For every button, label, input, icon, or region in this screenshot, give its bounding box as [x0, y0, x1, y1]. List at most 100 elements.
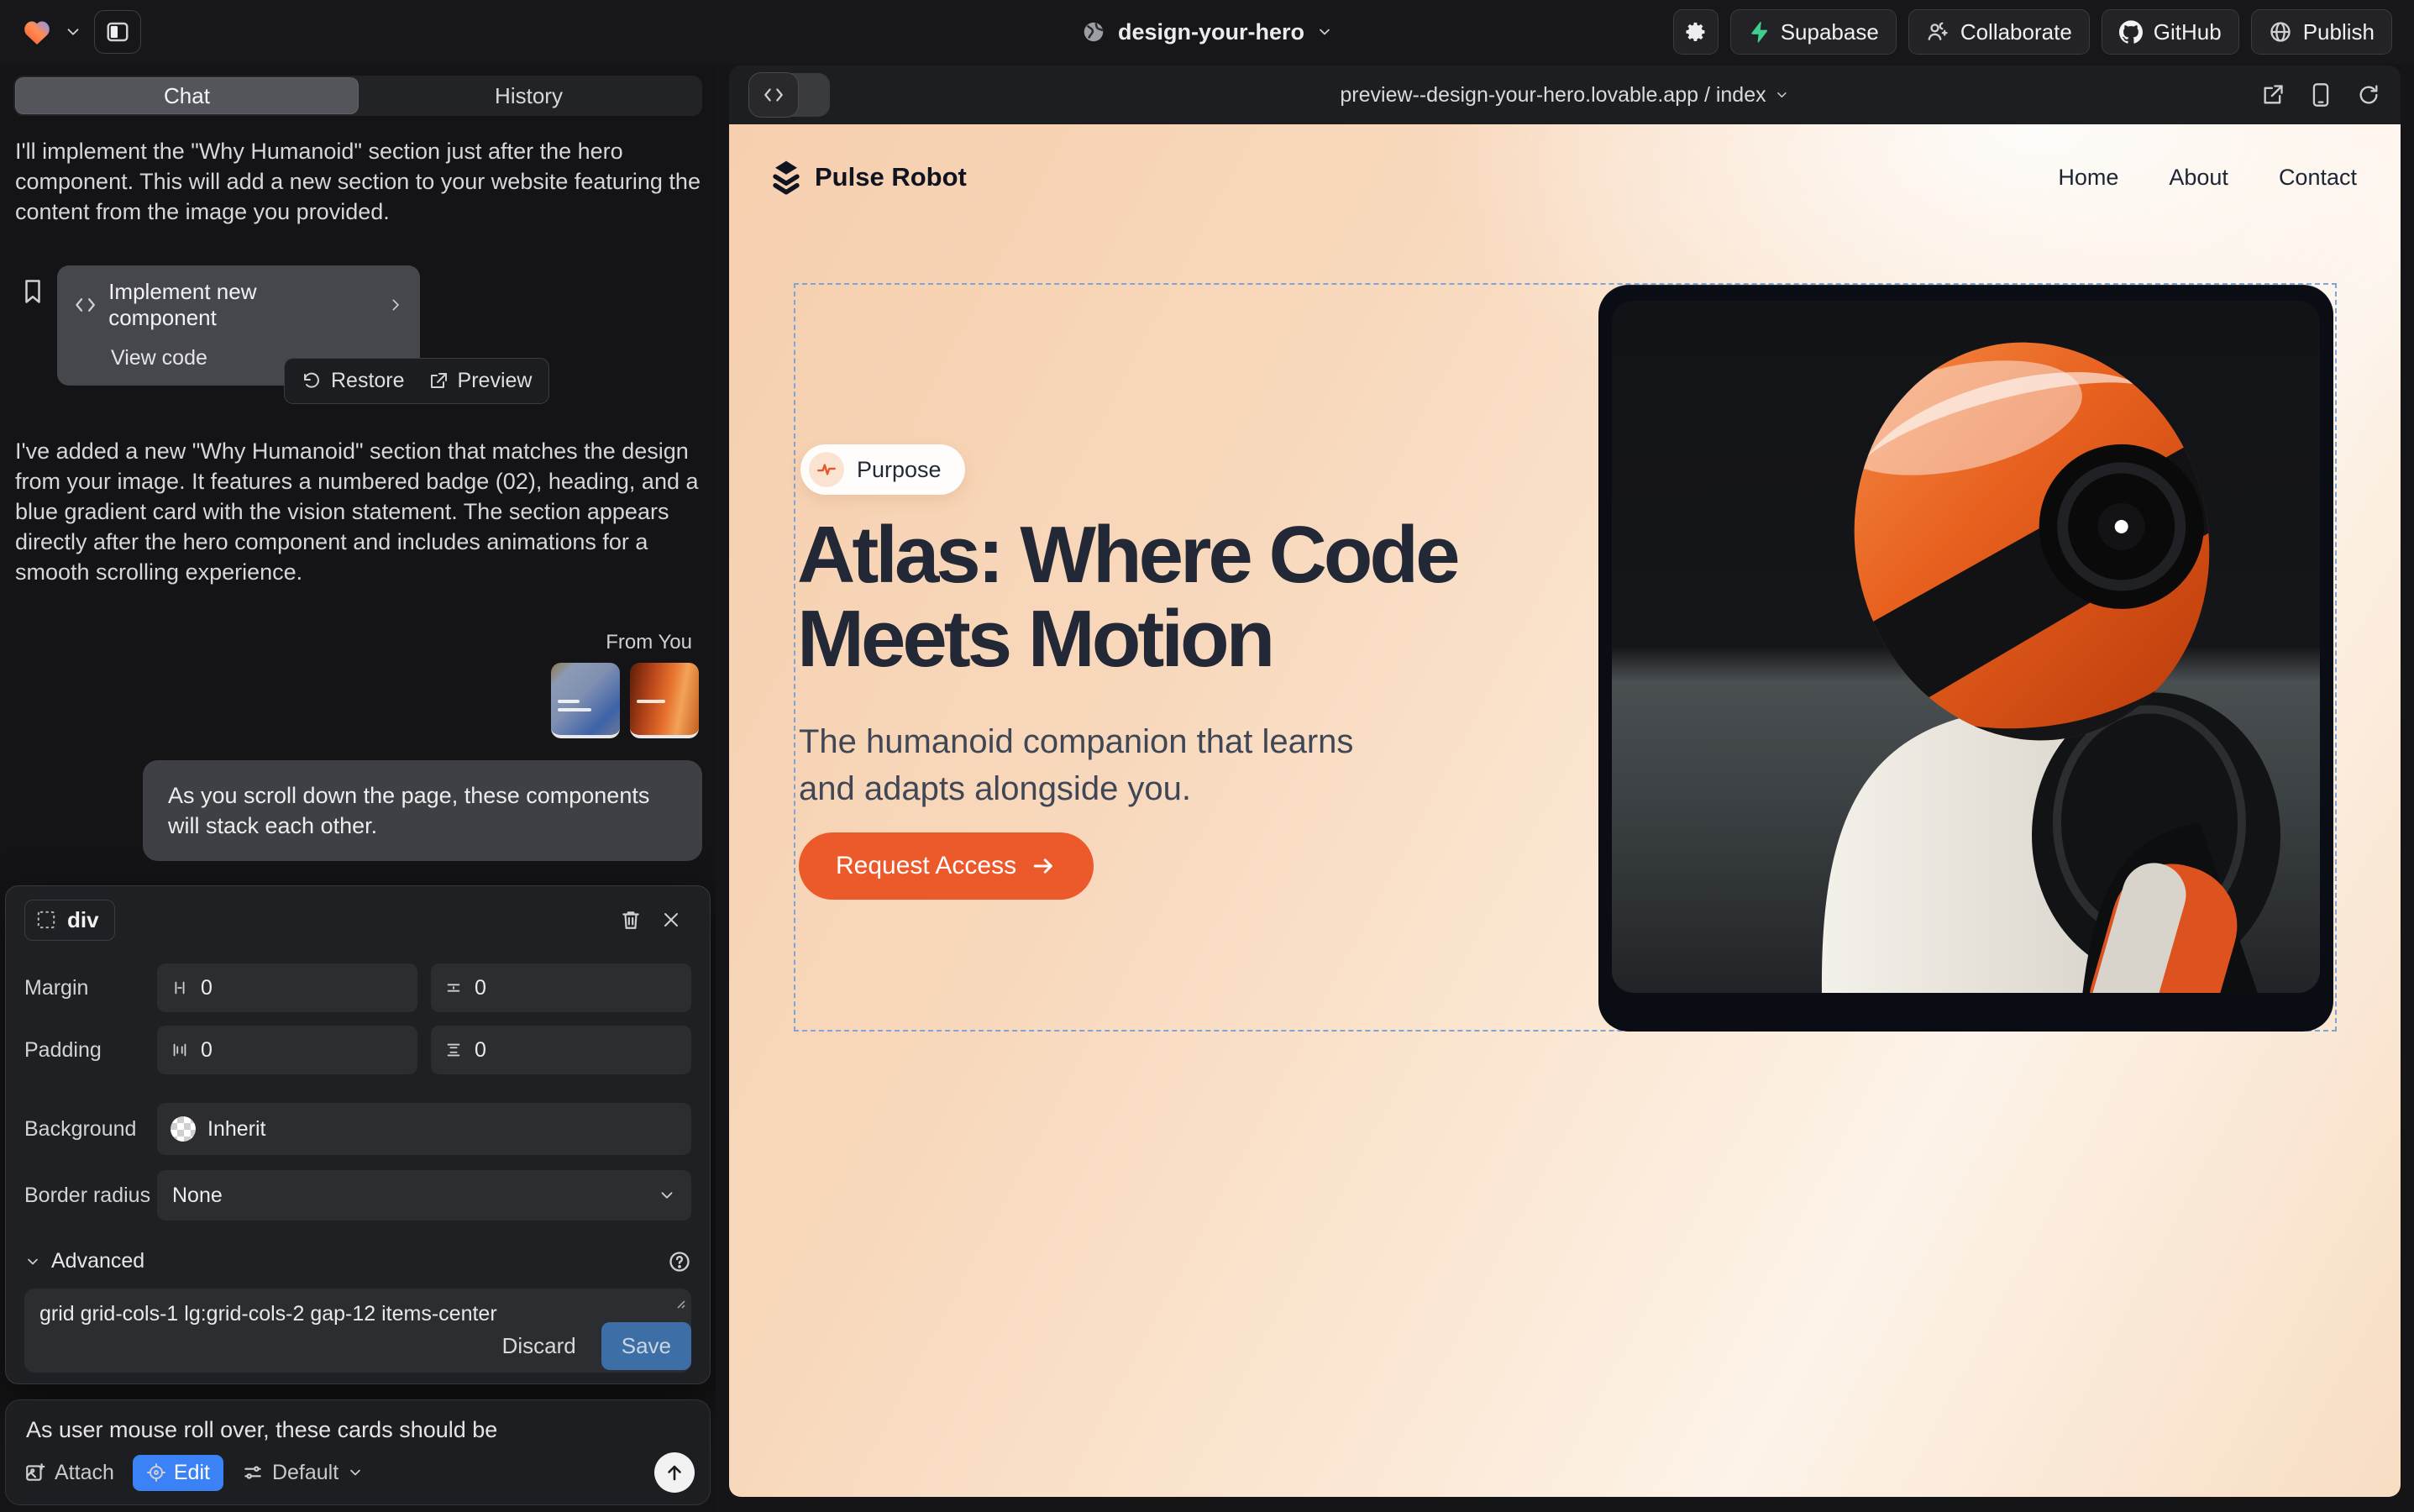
external-link-icon [428, 371, 449, 391]
edit-mode-button[interactable]: Edit [133, 1455, 223, 1491]
code-icon [763, 86, 785, 104]
padding-vertical-icon [444, 1041, 463, 1059]
dashed-box-icon [35, 909, 57, 931]
open-in-new-tab-button[interactable] [2261, 83, 2285, 107]
selected-element-tag: div [67, 907, 99, 933]
purpose-badge: Purpose [800, 444, 965, 495]
discard-button[interactable]: Discard [502, 1333, 576, 1359]
chevron-down-icon [1775, 87, 1790, 102]
preview-pane: preview--design-your-hero.lovable.app / … [729, 66, 2401, 1497]
github-button[interactable]: GitHub [2102, 9, 2239, 55]
margin-vertical-icon [444, 979, 463, 997]
arrow-up-icon [664, 1462, 685, 1483]
nav-link-contact[interactable]: Contact [2279, 165, 2357, 191]
chevron-down-icon [1316, 24, 1333, 40]
layers-logo-icon [769, 160, 803, 195]
nav-link-about[interactable]: About [2169, 165, 2228, 191]
site-brand-name: Pulse Robot [815, 162, 967, 192]
project-switcher[interactable]: design-your-hero [1081, 0, 1333, 64]
lovable-heart-logo[interactable] [22, 18, 52, 46]
margin-y-input[interactable]: 0 [431, 963, 691, 1012]
purpose-badge-label: Purpose [857, 457, 942, 483]
github-label: GitHub [2154, 19, 2222, 45]
gear-icon [1684, 20, 1708, 44]
supabase-label: Supabase [1781, 19, 1879, 45]
site-navbar: Pulse Robot Home About Contact [769, 160, 2357, 195]
restore-button[interactable]: Restore [302, 369, 405, 393]
attach-button[interactable]: Attach [24, 1461, 114, 1485]
project-name: design-your-hero [1118, 19, 1304, 45]
chevron-right-icon [387, 297, 403, 313]
margin-x-input[interactable]: 0 [157, 963, 417, 1012]
app-topbar: design-your-hero Supabase Collaborate Gi… [0, 0, 2414, 64]
bookmark-icon[interactable] [22, 279, 44, 304]
advanced-label[interactable]: Advanced [51, 1249, 144, 1273]
supabase-icon [1748, 21, 1770, 43]
border-radius-label: Border radius [24, 1184, 157, 1208]
request-access-button[interactable]: Request Access [799, 832, 1094, 900]
globe-icon [1081, 19, 1106, 45]
chevron-down-icon [658, 1186, 676, 1205]
padding-x-input[interactable]: 0 [157, 1026, 417, 1074]
save-button[interactable]: Save [601, 1322, 691, 1370]
model-mode-select[interactable]: Default [242, 1461, 364, 1485]
composer-input[interactable]: As user mouse roll over, these cards sho… [26, 1417, 691, 1443]
tab-chat[interactable]: Chat [16, 78, 358, 113]
supabase-button[interactable]: Supabase [1730, 9, 1897, 55]
send-button[interactable] [654, 1452, 695, 1493]
margin-horizontal-icon [171, 979, 189, 997]
collaborate-icon [1926, 20, 1950, 44]
border-radius-select[interactable]: None [157, 1170, 691, 1221]
chevron-down-icon[interactable] [64, 23, 82, 41]
preview-url[interactable]: preview--design-your-hero.lovable.app / … [1340, 83, 1789, 108]
restore-icon [302, 371, 322, 391]
assistant-message-2: I've added a new "Why Humanoid" section … [15, 436, 701, 587]
resize-handle-icon [673, 1296, 686, 1310]
padding-label: Padding [24, 1038, 157, 1063]
close-inspector-button[interactable] [651, 900, 691, 940]
selected-hero-section[interactable]: Purpose Atlas: Where Code Meets Motion T… [794, 283, 2337, 1032]
attachment-thumbnail-blue[interactable] [551, 663, 620, 738]
robot-image [1612, 301, 2320, 993]
site-brand[interactable]: Pulse Robot [769, 160, 967, 195]
hero-heading: Atlas: Where Code Meets Motion [797, 513, 1456, 681]
element-inspector-panel: div Margin 0 0 [5, 885, 711, 1384]
delete-element-button[interactable] [611, 900, 651, 940]
background-label: Background [24, 1117, 157, 1142]
settings-button[interactable] [1673, 9, 1719, 55]
user-message-bubble: As you scroll down the page, these compo… [143, 760, 702, 861]
arrow-right-icon [1031, 856, 1057, 876]
hero-robot-card [1598, 285, 2333, 1032]
implement-component-card[interactable]: Implement new component View code Restor… [57, 265, 420, 386]
chevron-down-icon [24, 1253, 41, 1270]
chat-composer[interactable]: As user mouse roll over, these cards sho… [5, 1399, 711, 1505]
chat-panel: Chat History I'll implement the "Why Hum… [0, 64, 716, 1512]
preview-toolbar: preview--design-your-hero.lovable.app / … [729, 66, 2401, 124]
sidebar-toggle-button[interactable] [94, 10, 141, 54]
refresh-button[interactable] [2357, 83, 2380, 107]
publish-label: Publish [2303, 19, 2375, 45]
transparency-swatch [171, 1116, 196, 1142]
selected-element-pill[interactable]: div [24, 900, 115, 941]
attachment-thumbnail-orange[interactable] [630, 663, 699, 738]
chevron-down-icon [347, 1464, 364, 1481]
attach-image-icon [24, 1462, 46, 1483]
publish-button[interactable]: Publish [2251, 9, 2392, 55]
mobile-view-button[interactable] [2310, 82, 2332, 108]
code-preview-toggle[interactable] [749, 73, 830, 117]
collaborate-button[interactable]: Collaborate [1908, 9, 2090, 55]
tab-history[interactable]: History [358, 78, 700, 113]
padding-y-input[interactable]: 0 [431, 1026, 691, 1074]
background-input[interactable]: Inherit [157, 1103, 691, 1155]
preview-button[interactable]: Preview [428, 369, 533, 393]
nav-link-home[interactable]: Home [2058, 165, 2118, 191]
help-icon [668, 1250, 691, 1273]
collaborate-label: Collaborate [1960, 19, 2072, 45]
hero-subtitle: The humanoid companion that learns and a… [799, 718, 1387, 812]
publish-globe-icon [2269, 20, 2292, 44]
padding-horizontal-icon [171, 1041, 189, 1059]
code-icon [74, 295, 97, 315]
assistant-message-1: I'll implement the "Why Humanoid" sectio… [15, 136, 701, 227]
version-actions: Restore Preview [284, 358, 549, 404]
margin-label: Margin [24, 976, 157, 1000]
